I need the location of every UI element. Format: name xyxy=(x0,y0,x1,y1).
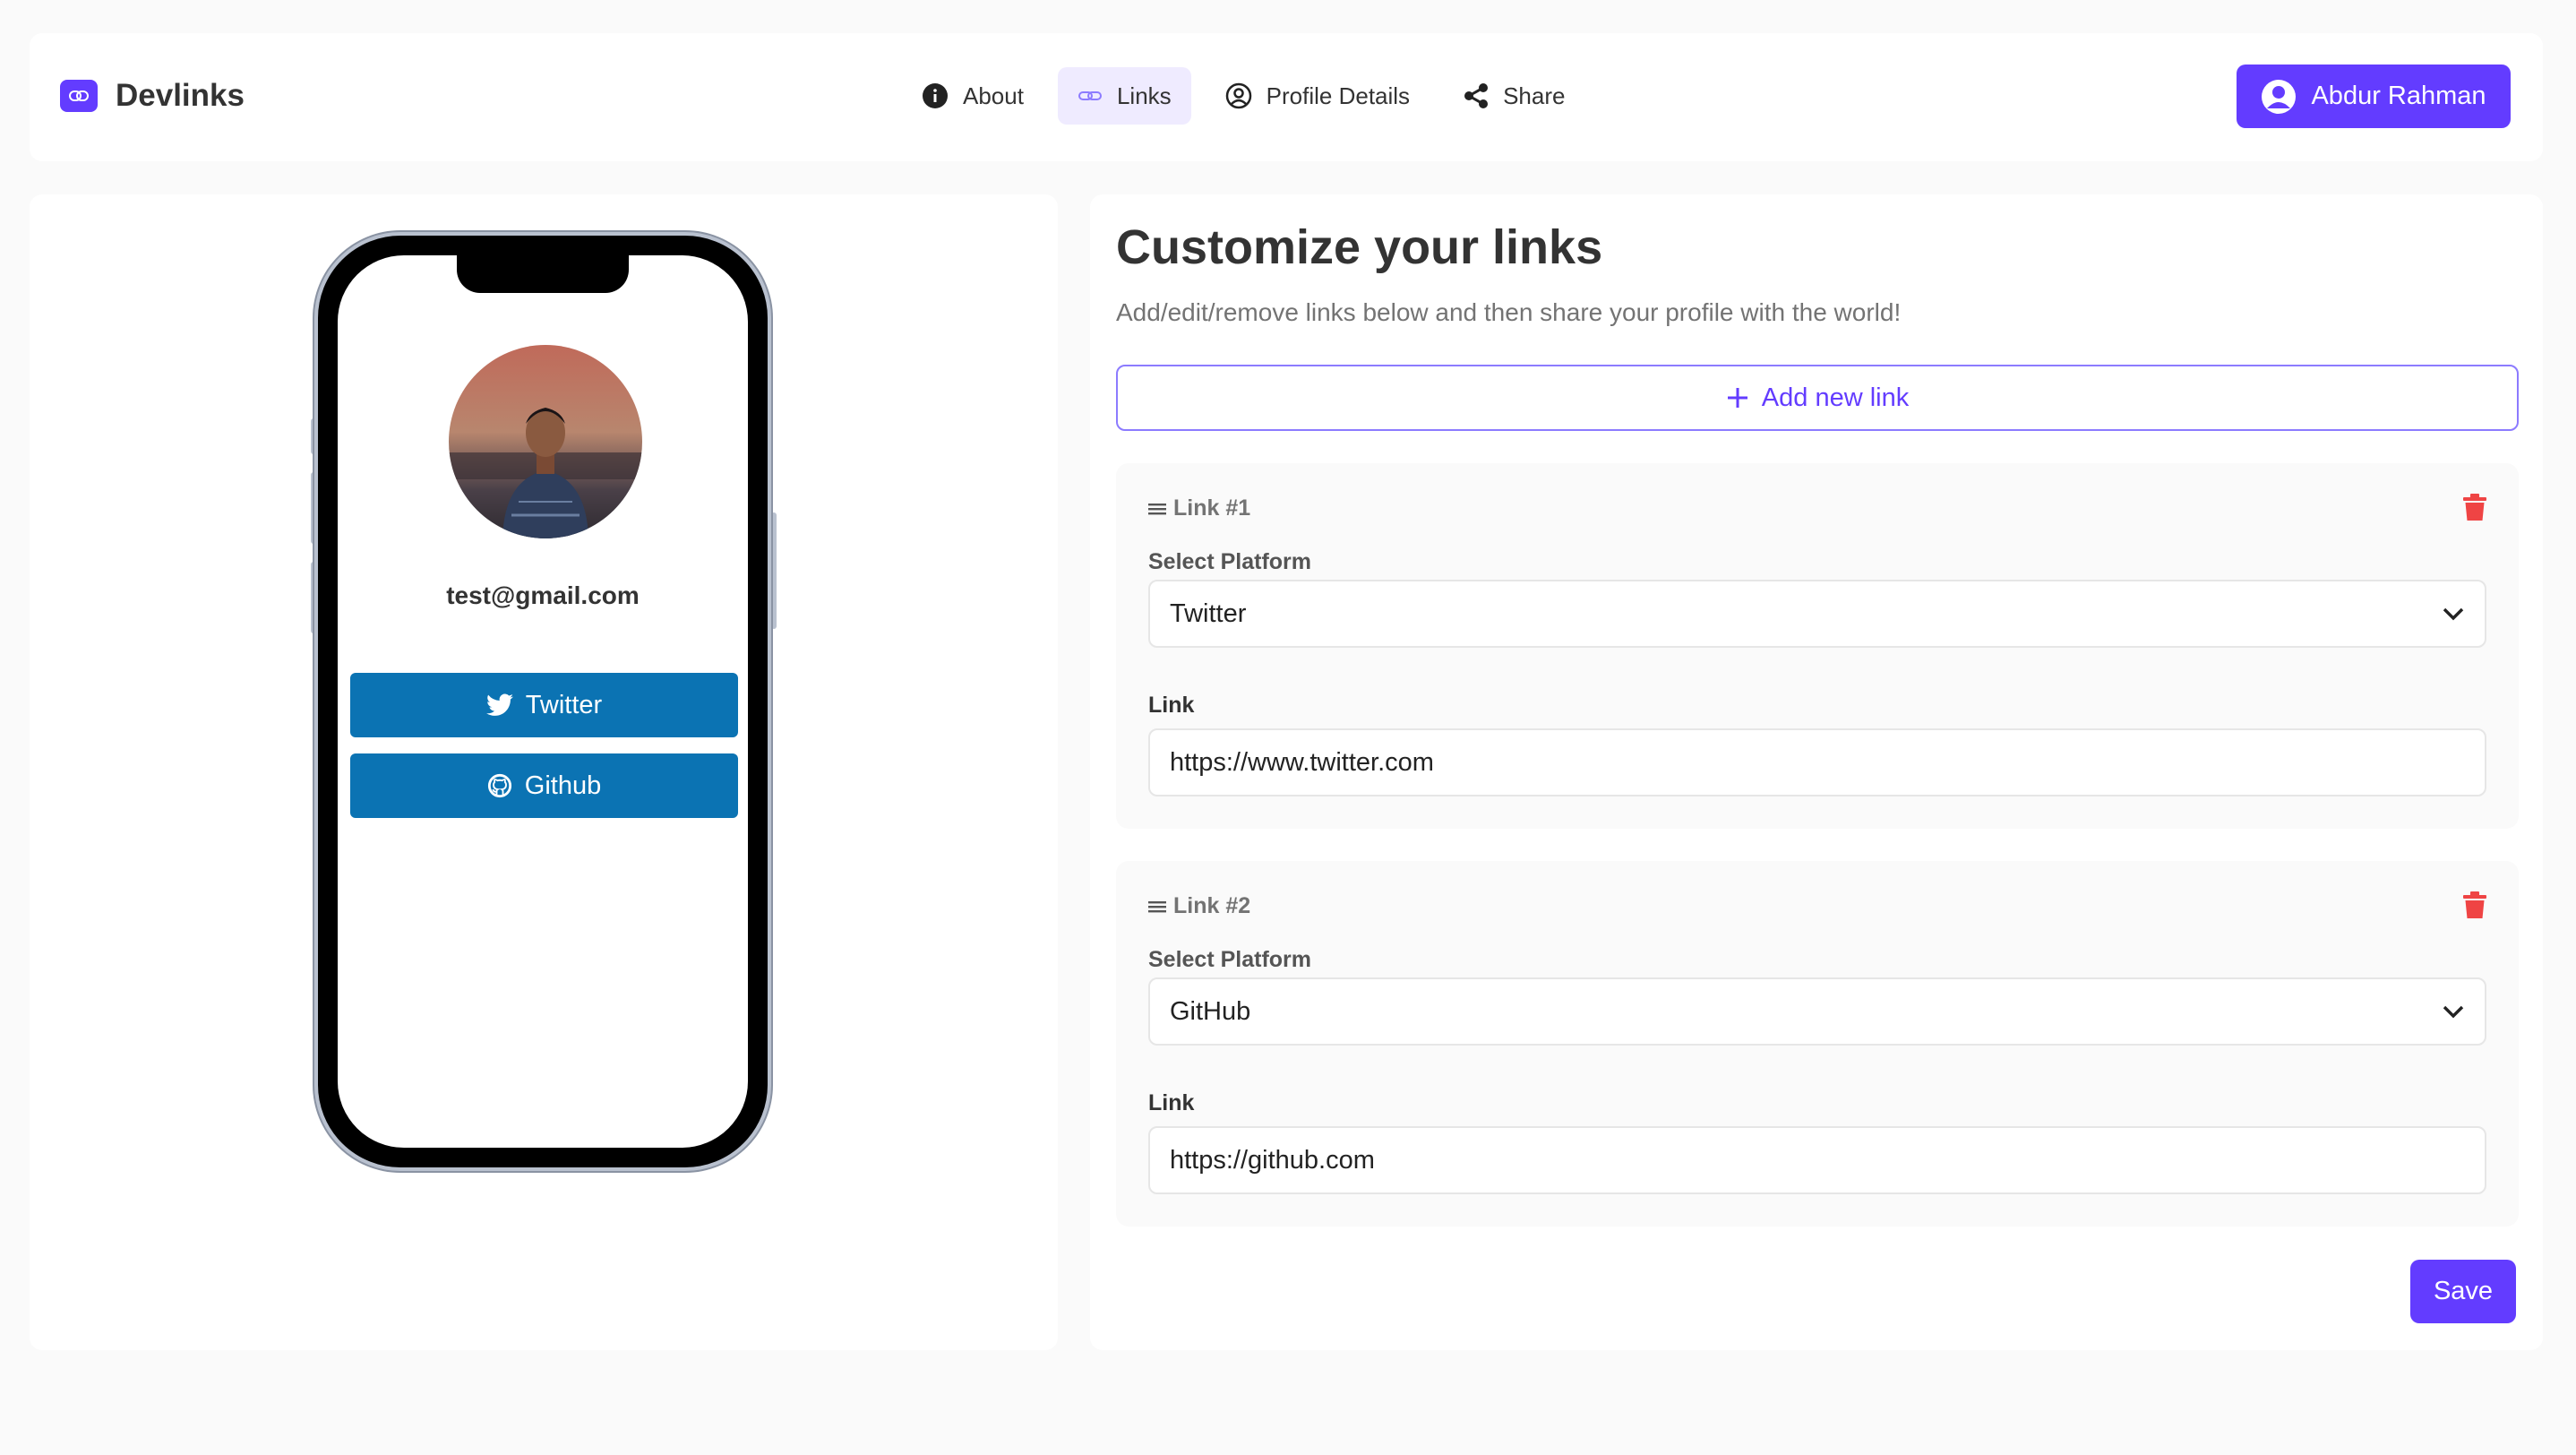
link-heading: Link #2 xyxy=(1173,893,1251,918)
user-circle-icon xyxy=(1225,82,1252,109)
nav-about[interactable]: About xyxy=(902,67,1043,125)
editor-panel: Customize your links Add/edit/remove lin… xyxy=(1090,194,2543,1350)
chevron-down-icon xyxy=(2442,1004,2465,1019)
preview-email: test@gmail.com xyxy=(446,581,640,609)
platform-label: Select Platform xyxy=(1148,947,1312,972)
nav-links[interactable]: Links xyxy=(1057,67,1191,125)
info-icon xyxy=(922,82,949,109)
preview-link-github[interactable]: Github xyxy=(350,753,738,818)
brand[interactable]: Devlinks xyxy=(60,78,245,114)
twitter-icon xyxy=(485,693,513,717)
delete-icon[interactable] xyxy=(2463,494,2486,525)
user-circle-icon xyxy=(2261,79,2297,115)
main-nav: About Links Profile Details Share xyxy=(902,67,1599,125)
add-new-link-label: Add new link xyxy=(1761,383,1910,412)
github-icon xyxy=(487,773,512,798)
top-navbar: Devlinks About Links Profile Details Sha… xyxy=(30,33,2543,161)
nav-profile-details[interactable]: Profile Details xyxy=(1206,67,1430,125)
link-logo-icon xyxy=(60,80,98,112)
link-label: Link xyxy=(1148,1090,1195,1115)
platform-select[interactable]: GitHub xyxy=(1148,977,2486,1046)
link-url-input[interactable]: https://www.twitter.com xyxy=(1148,728,2486,796)
nav-links-label: Links xyxy=(1116,82,1172,109)
nav-share-label: Share xyxy=(1503,82,1566,109)
preview-link-github-label: Github xyxy=(524,771,602,800)
phone-mockup: test@gmail.com Twitter Github xyxy=(314,232,771,1171)
share-icon xyxy=(1464,82,1489,109)
phone-notch xyxy=(457,255,629,293)
chevron-down-icon xyxy=(2442,607,2465,621)
link-label: Link xyxy=(1148,693,1195,718)
link-heading: Link #1 xyxy=(1173,495,1251,521)
user-menu-button[interactable]: Abdur Rahman xyxy=(2237,65,2511,128)
platform-value: Twitter xyxy=(1170,598,1247,628)
link-card: Link #2 Select Platform GitHub Link http… xyxy=(1116,861,2519,1227)
brand-name: Devlinks xyxy=(116,78,245,113)
save-button[interactable]: Save xyxy=(2410,1260,2516,1323)
page-title: Customize your links xyxy=(1116,220,1603,274)
delete-icon[interactable] xyxy=(2463,891,2486,923)
link-card-header[interactable]: Link #1 xyxy=(1148,495,1250,521)
platform-label: Select Platform xyxy=(1148,549,1312,574)
preview-link-twitter-label: Twitter xyxy=(525,690,603,719)
phone-side-button xyxy=(771,512,777,629)
platform-select[interactable]: Twitter xyxy=(1148,580,2486,648)
nav-profile-label: Profile Details xyxy=(1266,82,1411,109)
plus-icon xyxy=(1726,386,1749,409)
avatar xyxy=(449,345,642,538)
preview-panel: test@gmail.com Twitter Github xyxy=(30,194,1058,1350)
link-url-value: https://github.com xyxy=(1170,1145,1375,1175)
link-card-header[interactable]: Link #2 xyxy=(1148,893,1250,919)
link-card: Link #1 Select Platform Twitter Link htt… xyxy=(1116,463,2519,829)
phone-screen: test@gmail.com Twitter Github xyxy=(338,255,748,1148)
preview-link-twitter[interactable]: Twitter xyxy=(350,673,738,737)
user-name: Abdur Rahman xyxy=(2311,82,2486,110)
link-icon xyxy=(1078,89,1103,103)
drag-handle-icon xyxy=(1148,900,1166,914)
link-url-value: https://www.twitter.com xyxy=(1170,747,1434,777)
drag-handle-icon xyxy=(1148,502,1166,516)
nav-about-label: About xyxy=(963,82,1024,109)
page-subtitle: Add/edit/remove links below and then sha… xyxy=(1116,298,1902,326)
add-new-link-button[interactable]: Add new link xyxy=(1116,365,2519,431)
platform-value: GitHub xyxy=(1170,996,1251,1026)
nav-share[interactable]: Share xyxy=(1444,67,1584,125)
link-url-input[interactable]: https://github.com xyxy=(1148,1126,2486,1194)
